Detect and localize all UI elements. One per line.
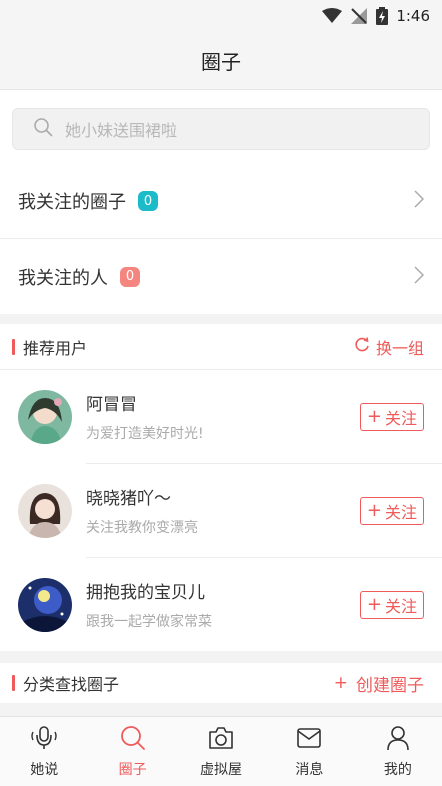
follow-button-label: 关注 [384,596,417,616]
tab-label: 她说 [30,761,59,778]
refresh-button[interactable]: 换一组 [354,335,424,359]
tab-circle[interactable]: 圈子 [88,717,176,786]
followed-people-label: 我关注的人 [18,267,108,289]
page-title: 圈子 [201,50,241,74]
follow-button[interactable]: + 关注 [359,402,424,431]
follow-button[interactable]: + 关注 [359,496,424,525]
mail-icon [295,725,323,755]
section-marker [12,338,15,355]
user-bio: 为爱打造美好时光! [86,426,204,442]
avatar[interactable] [18,389,72,444]
followed-people-row[interactable]: 我关注的人 0 [0,239,442,314]
search-section: 她小妹送围裙啦 [0,90,442,164]
user-text: 阿冒冒 为爱打造美好时光! [86,390,204,443]
recommended-title: 推荐用户 [23,338,88,358]
followed-circles-row[interactable]: 我关注的圈子 0 [0,164,442,239]
camera-icon [207,725,235,755]
user-text: 晓晓猪吖～ 关注我教你变漂亮 [86,484,198,537]
user-row[interactable]: 阿冒冒 为爱打造美好时光! + 关注 [0,370,442,463]
search-placeholder: 她小妹送围裙啦 [65,121,178,140]
tab-label: 虚拟屋 [200,761,243,778]
user-row[interactable]: 晓晓猪吖～ 关注我教你变漂亮 + 关注 [0,464,442,557]
plus-icon: + [366,593,382,615]
followed-circles-label: 我关注的圈子 [18,192,126,213]
battery-charging-icon [376,7,389,25]
user-row[interactable]: 拥抱我的宝贝儿 跟我一起学做家常菜 + 关注 [0,558,442,651]
avatar[interactable] [18,577,72,632]
search-input[interactable]: 她小妹送围裙啦 [12,108,430,150]
tab-label: 圈子 [118,761,147,778]
status-bar: 1:46 [0,0,442,32]
tab-label: 我的 [383,761,412,778]
followed-people-count: 0 [120,266,140,287]
follow-button[interactable]: + 关注 [359,590,424,619]
status-time: 1:46 [396,7,430,25]
tab-label: 消息 [295,761,324,778]
categories-title: 分类查找圈子 [23,675,120,694]
user-name: 拥抱我的宝贝儿 [86,583,205,603]
follow-list: 我关注的圈子 0 我关注的人 0 [0,164,442,314]
create-circle-label: 创建圈子 [356,675,424,696]
wifi-icon [322,8,343,24]
avatar[interactable] [18,483,72,538]
recommended-users-section: 推荐用户 换一组 阿冒冒 为爱打造美好时光! + 关注 晓晓猪吖～ 关注我教你变… [0,324,442,651]
refresh-label: 换一组 [375,338,424,358]
follow-button-label: 关注 [384,408,417,428]
tab-messages[interactable]: 消息 [265,717,353,786]
tab-virtual-house[interactable]: 虚拟屋 [177,717,265,786]
user-bio: 关注我教你变漂亮 [86,520,198,536]
tab-her-say[interactable]: 她说 [0,717,88,786]
search-icon [33,117,53,141]
recommended-header: 推荐用户 换一组 [0,324,442,370]
title-bar: 圈子 [0,32,442,90]
create-circle-button[interactable]: + 创建圈子 [334,671,424,696]
user-name: 阿冒冒 [86,395,137,415]
followed-circles-count: 0 [138,191,158,211]
no-signal-icon [350,7,368,25]
user-bio: 跟我一起学做家常菜 [86,614,212,630]
chevron-right-icon [414,265,425,288]
user-text: 拥抱我的宝贝儿 跟我一起学做家常菜 [86,578,212,631]
plus-icon: + [366,499,382,521]
categories-header: 分类查找圈子 + 创建圈子 [0,663,442,703]
tab-mine[interactable]: 我的 [354,717,442,786]
person-icon [384,725,412,755]
bottom-tab-bar: 她说 圈子 虚拟屋 消息 我的 [0,716,442,786]
user-name: 晓晓猪吖～ [86,489,171,509]
refresh-icon [354,336,370,357]
mic-icon [30,725,58,755]
plus-icon: + [333,673,348,693]
plus-icon: + [366,405,382,427]
search-icon [119,725,147,755]
follow-button-label: 关注 [384,502,417,522]
section-marker [12,675,15,691]
chevron-right-icon [414,190,425,212]
